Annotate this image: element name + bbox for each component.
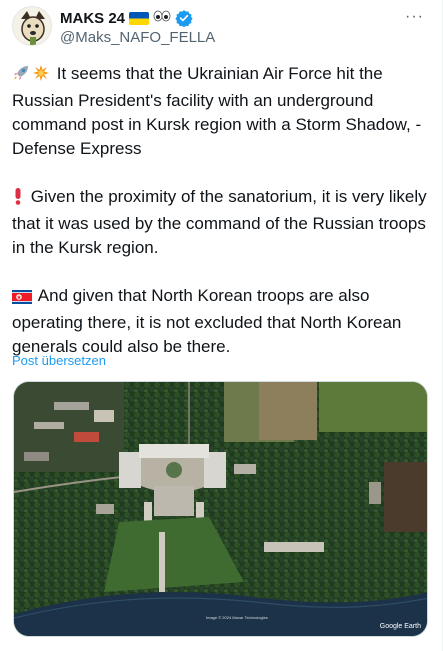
avatar[interactable]: [12, 6, 52, 46]
tweet-paragraph-2: Given the proximity of the sanatorium, i…: [12, 185, 432, 260]
image-credit: Image © 2024 Maxar Technologies: [206, 615, 268, 620]
exclamation-icon: [12, 187, 24, 212]
tweet-paragraph-1-text: It seems that the Ukrainian Air Force hi…: [12, 64, 422, 158]
google-earth-watermark: Google Earth: [379, 623, 421, 630]
flag-north-korea-icon: [12, 287, 32, 311]
tweet-paragraph-2-text: Given the proximity of the sanatorium, i…: [12, 187, 427, 257]
tweet-paragraph-3: And given that North Korean troops are a…: [12, 284, 432, 359]
more-options-button[interactable]: ···: [405, 8, 424, 26]
rocket-icon: [12, 64, 30, 89]
tweet-paragraph-3-text: And given that North Korean troops are a…: [12, 286, 402, 356]
author-name-row[interactable]: MAKS 24: [60, 8, 193, 28]
verified-badge-icon[interactable]: [175, 9, 193, 28]
tweet-paragraph-1: It seems that the Ukrainian Air Force hi…: [12, 62, 432, 161]
explosion-icon: [32, 64, 50, 89]
translate-post-link[interactable]: Post übersetzen: [12, 353, 106, 368]
display-name[interactable]: MAKS 24: [60, 10, 125, 27]
author-handle[interactable]: @Maks_NAFO_FELLA: [60, 29, 215, 46]
avatar-image: [13, 7, 51, 45]
eyes-icon: [153, 9, 171, 27]
satellite-image: [14, 382, 427, 636]
tweet-text: It seems that the Ukrainian Air Force hi…: [12, 62, 432, 359]
tweet-media-image[interactable]: Image © 2024 Maxar Technologies Google E…: [13, 381, 428, 637]
tweet-card: MAKS 24 @Maks_NAFO_FELLA ··· It seems th…: [0, 0, 443, 651]
flag-ukraine-icon: [129, 11, 150, 25]
